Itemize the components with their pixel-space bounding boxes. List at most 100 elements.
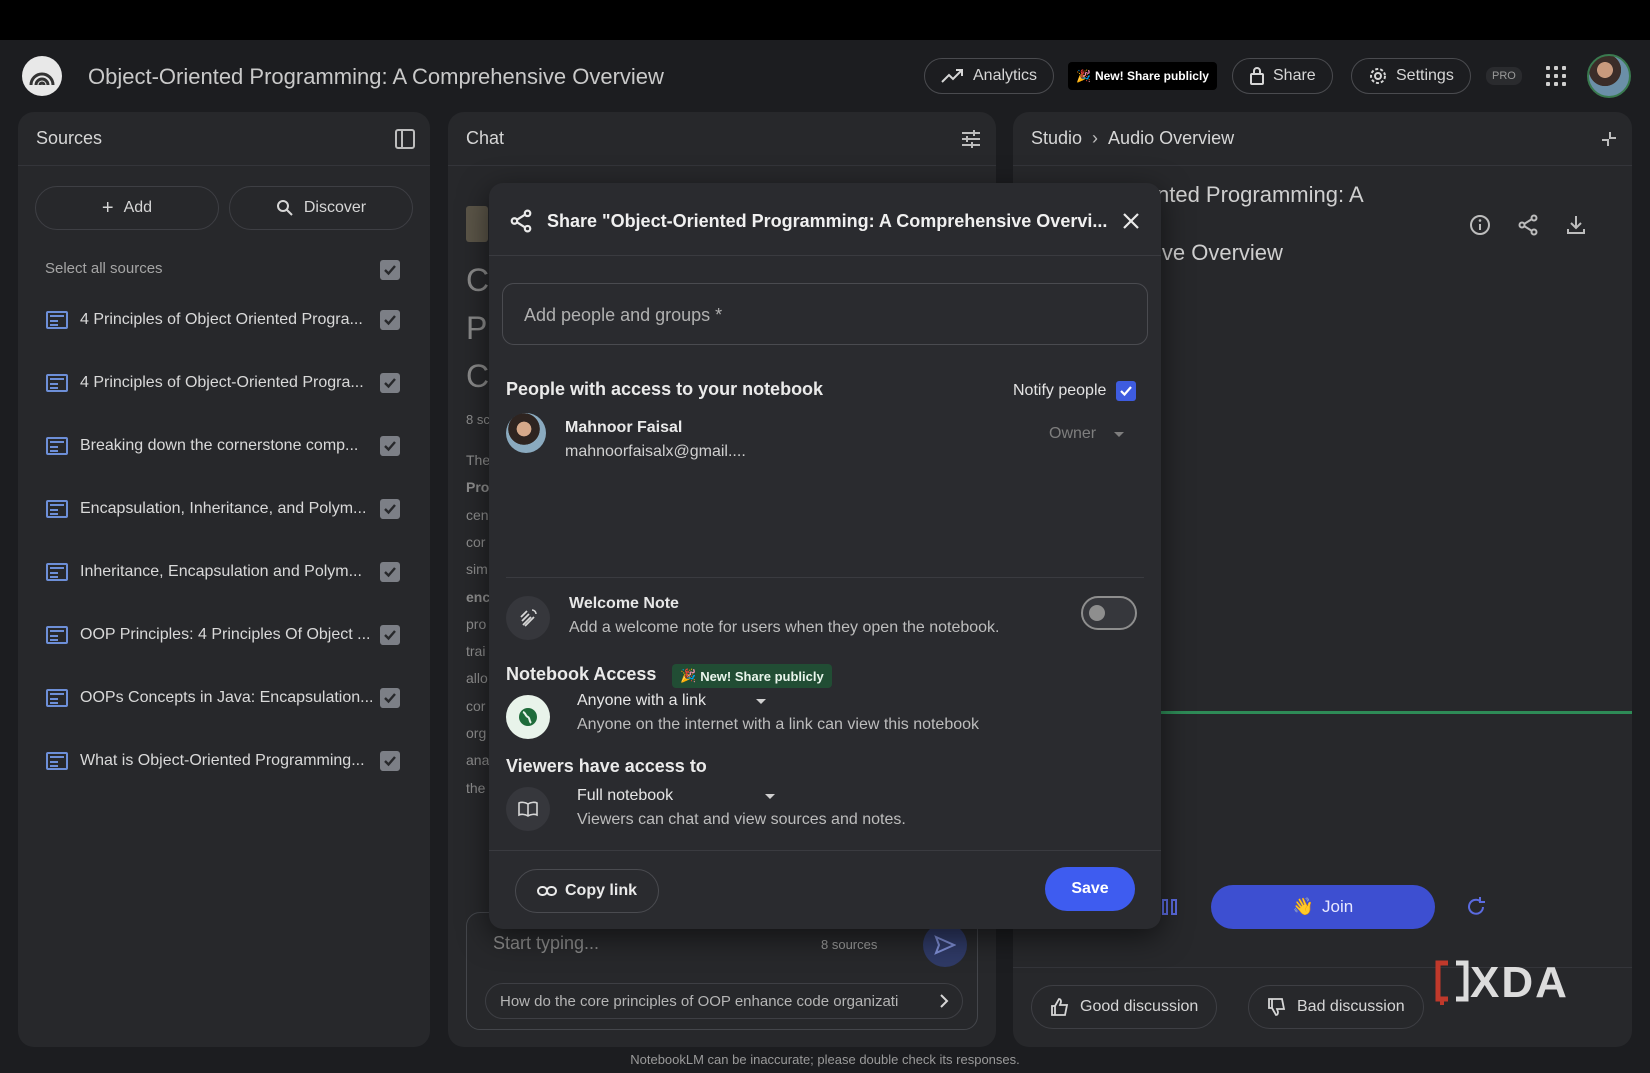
source-item[interactable]: What is Object-Oriented Programming... (46, 746, 365, 776)
new-share-badge-label: New! Share publicly (1094, 69, 1209, 83)
share-button[interactable]: Share (1232, 58, 1333, 94)
logo-icon (29, 72, 55, 86)
check-icon (384, 567, 396, 578)
share-icon (510, 209, 532, 233)
notebook-emoji-icon (466, 206, 488, 242)
copy-link-button[interactable]: Copy link (515, 869, 659, 913)
check-icon (1120, 386, 1133, 397)
welcome-note-toggle[interactable] (1081, 596, 1137, 630)
top-black-bar (0, 0, 1650, 40)
chat-summary-fragment: the (466, 779, 486, 796)
source-checkbox[interactable] (380, 310, 400, 330)
discover-button[interactable]: Discover (229, 186, 413, 230)
gear-icon (1370, 68, 1386, 84)
viewers-description: Viewers can chat and view sources and no… (577, 811, 906, 828)
chat-title: Chat (466, 128, 505, 148)
source-item[interactable]: OOPs Concepts in Java: Encapsulation... (46, 683, 373, 713)
source-checkbox[interactable] (380, 562, 400, 582)
person-email: mahnoorfaisalx@gmail.... (565, 443, 746, 460)
chat-settings-sliders-icon[interactable] (960, 128, 982, 150)
discover-search-icon (276, 200, 293, 216)
new-share-chip-label: New! Share publicly (700, 668, 824, 684)
join-button[interactable]: 👋 Join (1211, 885, 1435, 929)
analytics-button[interactable]: Analytics (924, 58, 1055, 94)
chat-summary-fragment: ana (466, 752, 490, 769)
share-label: Share (1273, 67, 1316, 84)
apps-grid-icon[interactable] (1546, 66, 1566, 86)
notebook-title[interactable]: Object-Oriented Programming: A Comprehen… (88, 64, 664, 90)
new-share-badge[interactable]: 🎉 New! Share publicly (1068, 62, 1217, 90)
web-source-icon (46, 500, 68, 518)
source-item[interactable]: Inheritance, Encapsulation and Polym... (46, 557, 362, 587)
bad-discussion-button[interactable]: Bad discussion (1248, 985, 1424, 1029)
chevron-right-icon[interactable] (937, 993, 951, 1009)
viewers-option: Full notebook (577, 787, 674, 804)
notebooklm-logo[interactable] (22, 56, 62, 96)
notify-people: Notify people (1013, 381, 1137, 401)
info-icon[interactable] (1469, 214, 1491, 236)
save-button[interactable]: Save (1045, 867, 1135, 911)
share-dialog: Share "Object-Oriented Programming: A Co… (489, 183, 1161, 929)
person-role: Owner (1049, 425, 1097, 442)
chat-input-placeholder[interactable]: Start typing... (493, 933, 599, 954)
notify-checkbox[interactable] (1116, 381, 1137, 401)
audio-title-line-2: ive Overview (1157, 240, 1283, 265)
source-item[interactable]: 4 Principles of Object Oriented Progra..… (46, 305, 363, 335)
breadcrumb-current: Audio Overview (1108, 128, 1235, 148)
web-source-icon (46, 626, 68, 644)
chat-input-box[interactable]: Start typing... 8 sources How do the cor… (466, 912, 978, 1030)
chat-source-count-fragment: 8 sc (466, 412, 490, 427)
source-item[interactable]: OOP Principles: 4 Principles Of Object .… (46, 620, 370, 650)
access-dropdown[interactable]: Anyone with a link (577, 692, 766, 710)
source-item[interactable]: 4 Principles of Object-Oriented Progra..… (46, 368, 364, 398)
settings-button[interactable]: Settings (1351, 58, 1471, 94)
breadcrumb-chevron-icon: › (1092, 128, 1099, 148)
pause-icon[interactable] (1161, 898, 1179, 916)
add-people-input[interactable]: Add people and groups * (502, 283, 1148, 345)
dialog-divider (489, 255, 1161, 256)
welcome-note-icon (506, 596, 550, 640)
source-checkbox[interactable] (380, 625, 400, 645)
source-checkbox[interactable] (380, 688, 400, 708)
source-item-label: Encapsulation, Inheritance, and Polym... (80, 500, 367, 517)
good-discussion-label: Good discussion (1080, 998, 1199, 1015)
add-source-button[interactable]: + Add (35, 186, 219, 230)
source-checkbox[interactable] (380, 436, 400, 456)
chat-summary-fragment: sim (466, 561, 488, 578)
refresh-icon[interactable] (1465, 896, 1487, 918)
viewers-heading: Viewers have access to (506, 756, 707, 776)
chat-title-fragment: C (466, 262, 490, 298)
source-item[interactable]: Breaking down the cornerstone comp... (46, 431, 358, 461)
close-icon[interactable] (1121, 211, 1141, 231)
select-all-checkbox[interactable] (380, 260, 400, 280)
source-item-label: 4 Principles of Object-Oriented Progra..… (80, 374, 364, 391)
source-checkbox[interactable] (380, 373, 400, 393)
book-icon-wrap (506, 787, 550, 831)
access-description: Anyone on the internet with a link can v… (577, 716, 980, 733)
web-source-icon (46, 374, 68, 392)
web-source-icon (46, 311, 68, 329)
check-icon (384, 315, 396, 326)
share-icon[interactable] (1517, 214, 1539, 236)
xda-watermark-text: XDA (1470, 958, 1569, 1007)
breadcrumb-root[interactable]: Studio (1031, 128, 1082, 149)
footer-disclaimer: NotebookLM can be inaccurate; please dou… (630, 1052, 1020, 1067)
download-icon[interactable] (1565, 214, 1587, 236)
account-avatar[interactable] (1587, 54, 1631, 98)
source-item-label: Breaking down the cornerstone comp... (80, 437, 359, 454)
chat-summary-fragment: cor (466, 533, 486, 550)
collapse-panel-icon[interactable] (394, 128, 416, 150)
suggested-question[interactable]: How do the core principles of OOP enhanc… (485, 983, 963, 1019)
collapse-icon[interactable] (1600, 130, 1618, 148)
send-button[interactable] (923, 923, 967, 967)
analytics-label: Analytics (973, 67, 1038, 84)
dialog-divider (506, 577, 1144, 578)
source-item-label: 4 Principles of Object Oriented Progra..… (80, 311, 363, 328)
source-item[interactable]: Encapsulation, Inheritance, and Polym... (46, 494, 366, 524)
viewers-dropdown[interactable]: Full notebook (577, 787, 776, 805)
chat-summary-fragment: allo (466, 670, 488, 687)
good-discussion-button[interactable]: Good discussion (1031, 985, 1218, 1029)
source-checkbox[interactable] (380, 751, 400, 771)
link-icon (536, 886, 557, 896)
source-checkbox[interactable] (380, 499, 400, 519)
